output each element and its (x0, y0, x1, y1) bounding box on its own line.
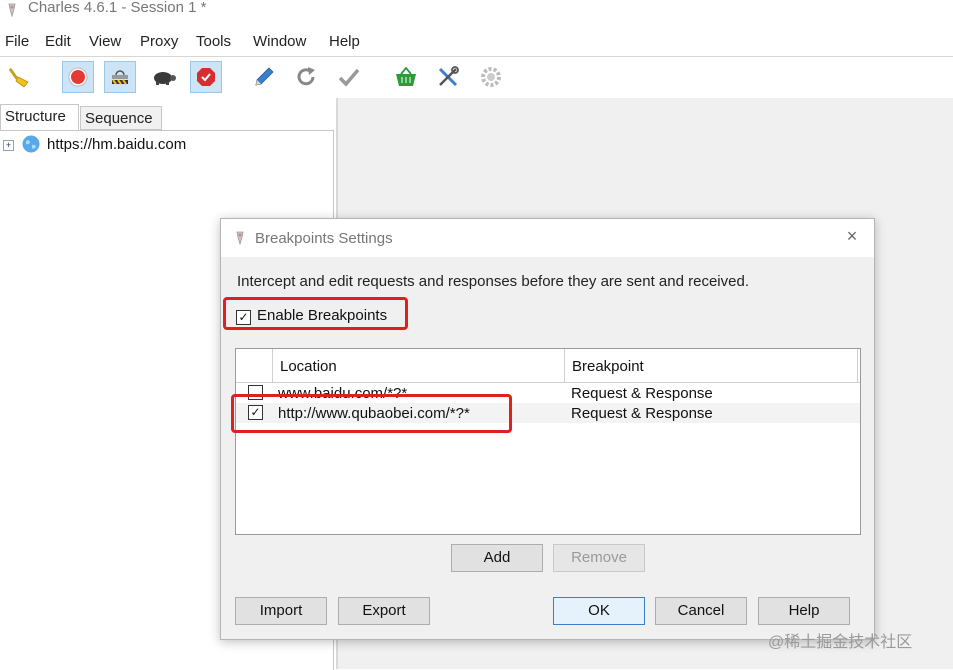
broom-icon (8, 67, 29, 88)
tree-item-host[interactable]: https://hm.baidu.com (47, 136, 186, 153)
repeat-button[interactable] (290, 61, 322, 93)
record-icon (68, 67, 88, 87)
breakpoint-stop-icon (197, 68, 215, 86)
annotation-highlight-box (223, 297, 408, 330)
breakpoints-button[interactable] (190, 61, 222, 93)
tools-icon (438, 66, 459, 87)
column-header-location[interactable]: Location (280, 358, 337, 375)
remove-button[interactable]: Remove (553, 544, 645, 572)
throttling-turtle-button[interactable] (148, 61, 180, 93)
close-icon[interactable]: × (844, 227, 860, 245)
toolbar (0, 56, 953, 99)
menu-view[interactable]: View (89, 33, 121, 50)
menu-proxy[interactable]: Proxy (140, 33, 178, 50)
tools-button[interactable] (432, 61, 464, 93)
table-header: Location Breakpoint (236, 349, 860, 383)
basket-button[interactable] (390, 61, 422, 93)
dialog-title-bar: Breakpoints Settings × (221, 219, 874, 257)
tree-expand-icon[interactable]: + (3, 140, 14, 151)
throttle-button[interactable] (104, 61, 136, 93)
menu-bar: File Edit View Proxy Tools Window Help (0, 30, 953, 54)
cancel-button[interactable]: Cancel (655, 597, 747, 625)
annotation-highlight-box (231, 394, 512, 433)
dialog-description: Intercept and edit requests and response… (237, 273, 749, 290)
export-button[interactable]: Export (338, 597, 430, 625)
row-breakpoint-type: Request & Response (571, 405, 713, 422)
import-button[interactable]: Import (235, 597, 327, 625)
clear-session-button[interactable] (4, 61, 36, 93)
validate-check-icon (338, 68, 360, 87)
charles-app-icon (236, 231, 244, 245)
ok-button[interactable]: OK (553, 597, 645, 625)
menu-tools[interactable]: Tools (196, 33, 231, 50)
menu-edit[interactable]: Edit (45, 33, 71, 50)
throttle-icon (112, 70, 128, 85)
turtle-icon (154, 72, 176, 85)
window-title: Charles 4.6.1 - Session 1 * (28, 0, 207, 16)
menu-file[interactable]: File (5, 33, 29, 50)
globe-icon (22, 135, 40, 153)
menu-window[interactable]: Window (253, 33, 306, 50)
settings-button[interactable] (475, 61, 507, 93)
add-button[interactable]: Add (451, 544, 543, 572)
basket-icon (396, 66, 416, 86)
column-separator (857, 349, 858, 382)
record-button[interactable] (62, 61, 94, 93)
watermark: @稀土掘金技术社区 (768, 634, 913, 651)
compose-pen-icon (255, 67, 274, 86)
column-separator (564, 349, 565, 382)
charles-app-icon (8, 3, 16, 17)
column-separator (272, 349, 273, 382)
dialog-title: Breakpoints Settings (255, 230, 393, 247)
column-header-breakpoint[interactable]: Breakpoint (572, 358, 644, 375)
repeat-icon (297, 67, 315, 86)
window-title-bar: Charles 4.6.1 - Session 1 * (0, 0, 953, 22)
row-breakpoint-type: Request & Response (571, 385, 713, 402)
help-button[interactable]: Help (758, 597, 850, 625)
validate-button[interactable] (333, 61, 365, 93)
menu-help[interactable]: Help (329, 33, 360, 50)
tab-structure[interactable]: Structure (0, 104, 79, 130)
tab-sequence[interactable]: Sequence (80, 106, 162, 130)
view-tabs: Structure Sequence (0, 104, 337, 130)
breakpoints-table: Location Breakpoint www.baidu.com/*?* Re… (235, 348, 861, 535)
settings-gear-icon (481, 67, 501, 87)
compose-button[interactable] (248, 61, 280, 93)
breakpoints-settings-dialog: Breakpoints Settings × Intercept and edi… (220, 218, 875, 640)
